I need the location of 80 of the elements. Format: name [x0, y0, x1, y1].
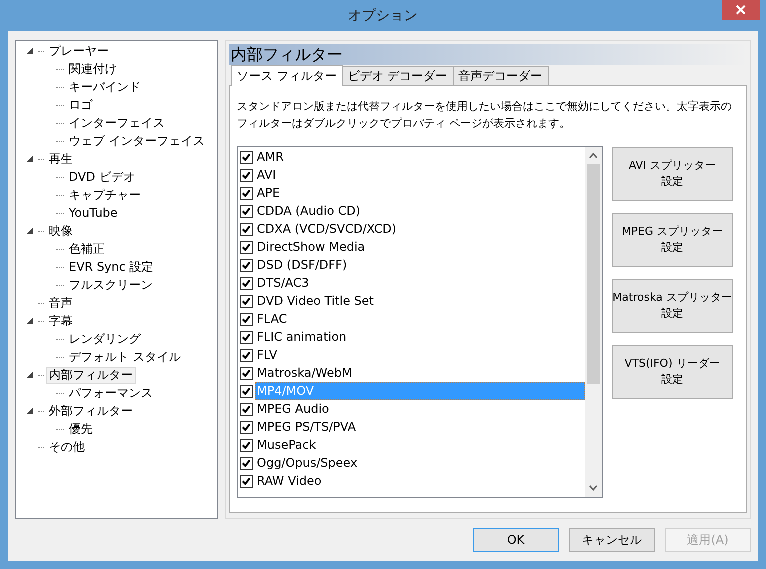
tree-item[interactable]: 映像: [46, 222, 76, 240]
tree-item[interactable]: 優先: [66, 420, 96, 438]
filter-item[interactable]: DSD (DSF/DFF): [255, 256, 585, 274]
filter-item[interactable]: AMR: [255, 148, 585, 166]
tree-item[interactable]: レンダリング: [66, 330, 144, 348]
filter-item[interactable]: MPEG PS/TS/PVA: [255, 418, 585, 436]
tab[interactable]: 音声デコーダー: [452, 66, 549, 86]
tree-item[interactable]: ロゴ: [66, 96, 96, 114]
settings-button[interactable]: AVI スプリッター 設定: [612, 147, 733, 201]
scrollbar[interactable]: [585, 147, 602, 497]
checkbox[interactable]: [240, 474, 253, 488]
filter-item[interactable]: Matroska/WebM: [255, 364, 585, 382]
filter-item[interactable]: APE: [255, 184, 585, 202]
filter-item[interactable]: DVD Video Title Set: [255, 292, 585, 310]
settings-button[interactable]: VTS(IFO) リーダー 設定: [612, 345, 733, 399]
filter-item[interactable]: MusePack: [255, 436, 585, 454]
checkbox[interactable]: [240, 258, 253, 272]
checkbox[interactable]: [240, 294, 253, 308]
filter-item[interactable]: FLV: [255, 346, 585, 364]
settings-button[interactable]: Matroska スプリッター 設定: [612, 279, 733, 333]
tree-item[interactable]: 再生: [46, 150, 76, 168]
checkbox[interactable]: [240, 402, 253, 416]
filter-item[interactable]: FLIC animation: [255, 328, 585, 346]
tree-item[interactable]: その他: [46, 438, 88, 456]
checkbox[interactable]: [240, 222, 253, 236]
checkbox[interactable]: [240, 384, 253, 398]
checkbox[interactable]: [240, 330, 253, 344]
tree-item[interactable]: 色補正: [66, 240, 108, 258]
filter-item[interactable]: Ogg/Opus/Speex: [255, 454, 585, 472]
tree-item[interactable]: キャプチャー: [66, 186, 144, 204]
tree-item[interactable]: YouTube: [66, 204, 121, 222]
checkbox[interactable]: [240, 312, 253, 326]
filter-item[interactable]: DirectShow Media: [255, 238, 585, 256]
dialog-button[interactable]: OK: [473, 528, 559, 552]
checkbox[interactable]: [240, 366, 253, 380]
tab[interactable]: ソース フィルター: [231, 65, 343, 86]
tree-item[interactable]: 字幕: [46, 312, 76, 330]
filter-item[interactable]: AVI: [255, 166, 585, 184]
expanded-triangle-icon[interactable]: [26, 407, 34, 415]
checkbox[interactable]: [240, 150, 253, 164]
checkbox[interactable]: [240, 168, 253, 182]
close-button[interactable]: [722, 0, 760, 20]
tree-item[interactable]: 外部フィルター: [46, 402, 136, 420]
tree-item[interactable]: EVR Sync 設定: [66, 258, 157, 276]
expanded-triangle-icon[interactable]: [26, 317, 34, 325]
checkbox[interactable]: [240, 456, 253, 470]
checkbox[interactable]: [240, 204, 253, 218]
settings-button[interactable]: MPEG スプリッター 設定: [612, 213, 733, 267]
filter-item[interactable]: CDXA (VCD/SVCD/XCD): [255, 220, 585, 238]
filter-item[interactable]: DTS/AC3: [255, 274, 585, 292]
filter-item[interactable]: RAW Video: [255, 472, 585, 490]
tree-item[interactable]: 音声: [46, 294, 76, 312]
checkbox[interactable]: [240, 240, 253, 254]
tree-item[interactable]: DVD ビデオ: [66, 168, 138, 186]
checkbox[interactable]: [240, 276, 253, 290]
tree-item[interactable]: 内部フィルター: [46, 366, 136, 384]
close-icon: [736, 5, 746, 15]
tree-item[interactable]: キーバインド: [66, 78, 144, 96]
tree-item[interactable]: パフォーマンス: [66, 384, 156, 402]
checkbox[interactable]: [240, 420, 253, 434]
expanded-triangle-icon[interactable]: [26, 155, 34, 163]
description-text: スタンドアロン版または代替フィルターを使用したい場合はここで無効にしてください。太字表示のフィルターはダブルクリックでプロパティ ページが表示されます。: [237, 99, 733, 132]
filter-item[interactable]: FLAC: [255, 310, 585, 328]
tree-item[interactable]: プレーヤー: [46, 42, 112, 60]
filter-item[interactable]: CDDA (Audio CD): [255, 202, 585, 220]
expanded-triangle-icon[interactable]: [26, 227, 34, 235]
checkbox[interactable]: [240, 348, 253, 362]
filter-item[interactable]: MPEG Audio: [255, 400, 585, 418]
expanded-triangle-icon[interactable]: [26, 47, 34, 55]
dialog-button[interactable]: キャンセル: [569, 528, 655, 552]
tab[interactable]: ビデオ デコーダー: [342, 66, 454, 86]
checkbox[interactable]: [240, 186, 253, 200]
tree-item[interactable]: インターフェイス: [66, 114, 168, 132]
tree-item[interactable]: デフォルト スタイル: [66, 348, 184, 366]
tree-item[interactable]: フルスクリーン: [66, 276, 156, 294]
checkbox[interactable]: [240, 438, 253, 452]
tree-item[interactable]: 関連付け: [66, 60, 120, 78]
window-title: オプション: [348, 6, 418, 24]
expanded-triangle-icon[interactable]: [26, 371, 34, 379]
tree-item[interactable]: ウェブ インターフェイス: [66, 132, 208, 150]
